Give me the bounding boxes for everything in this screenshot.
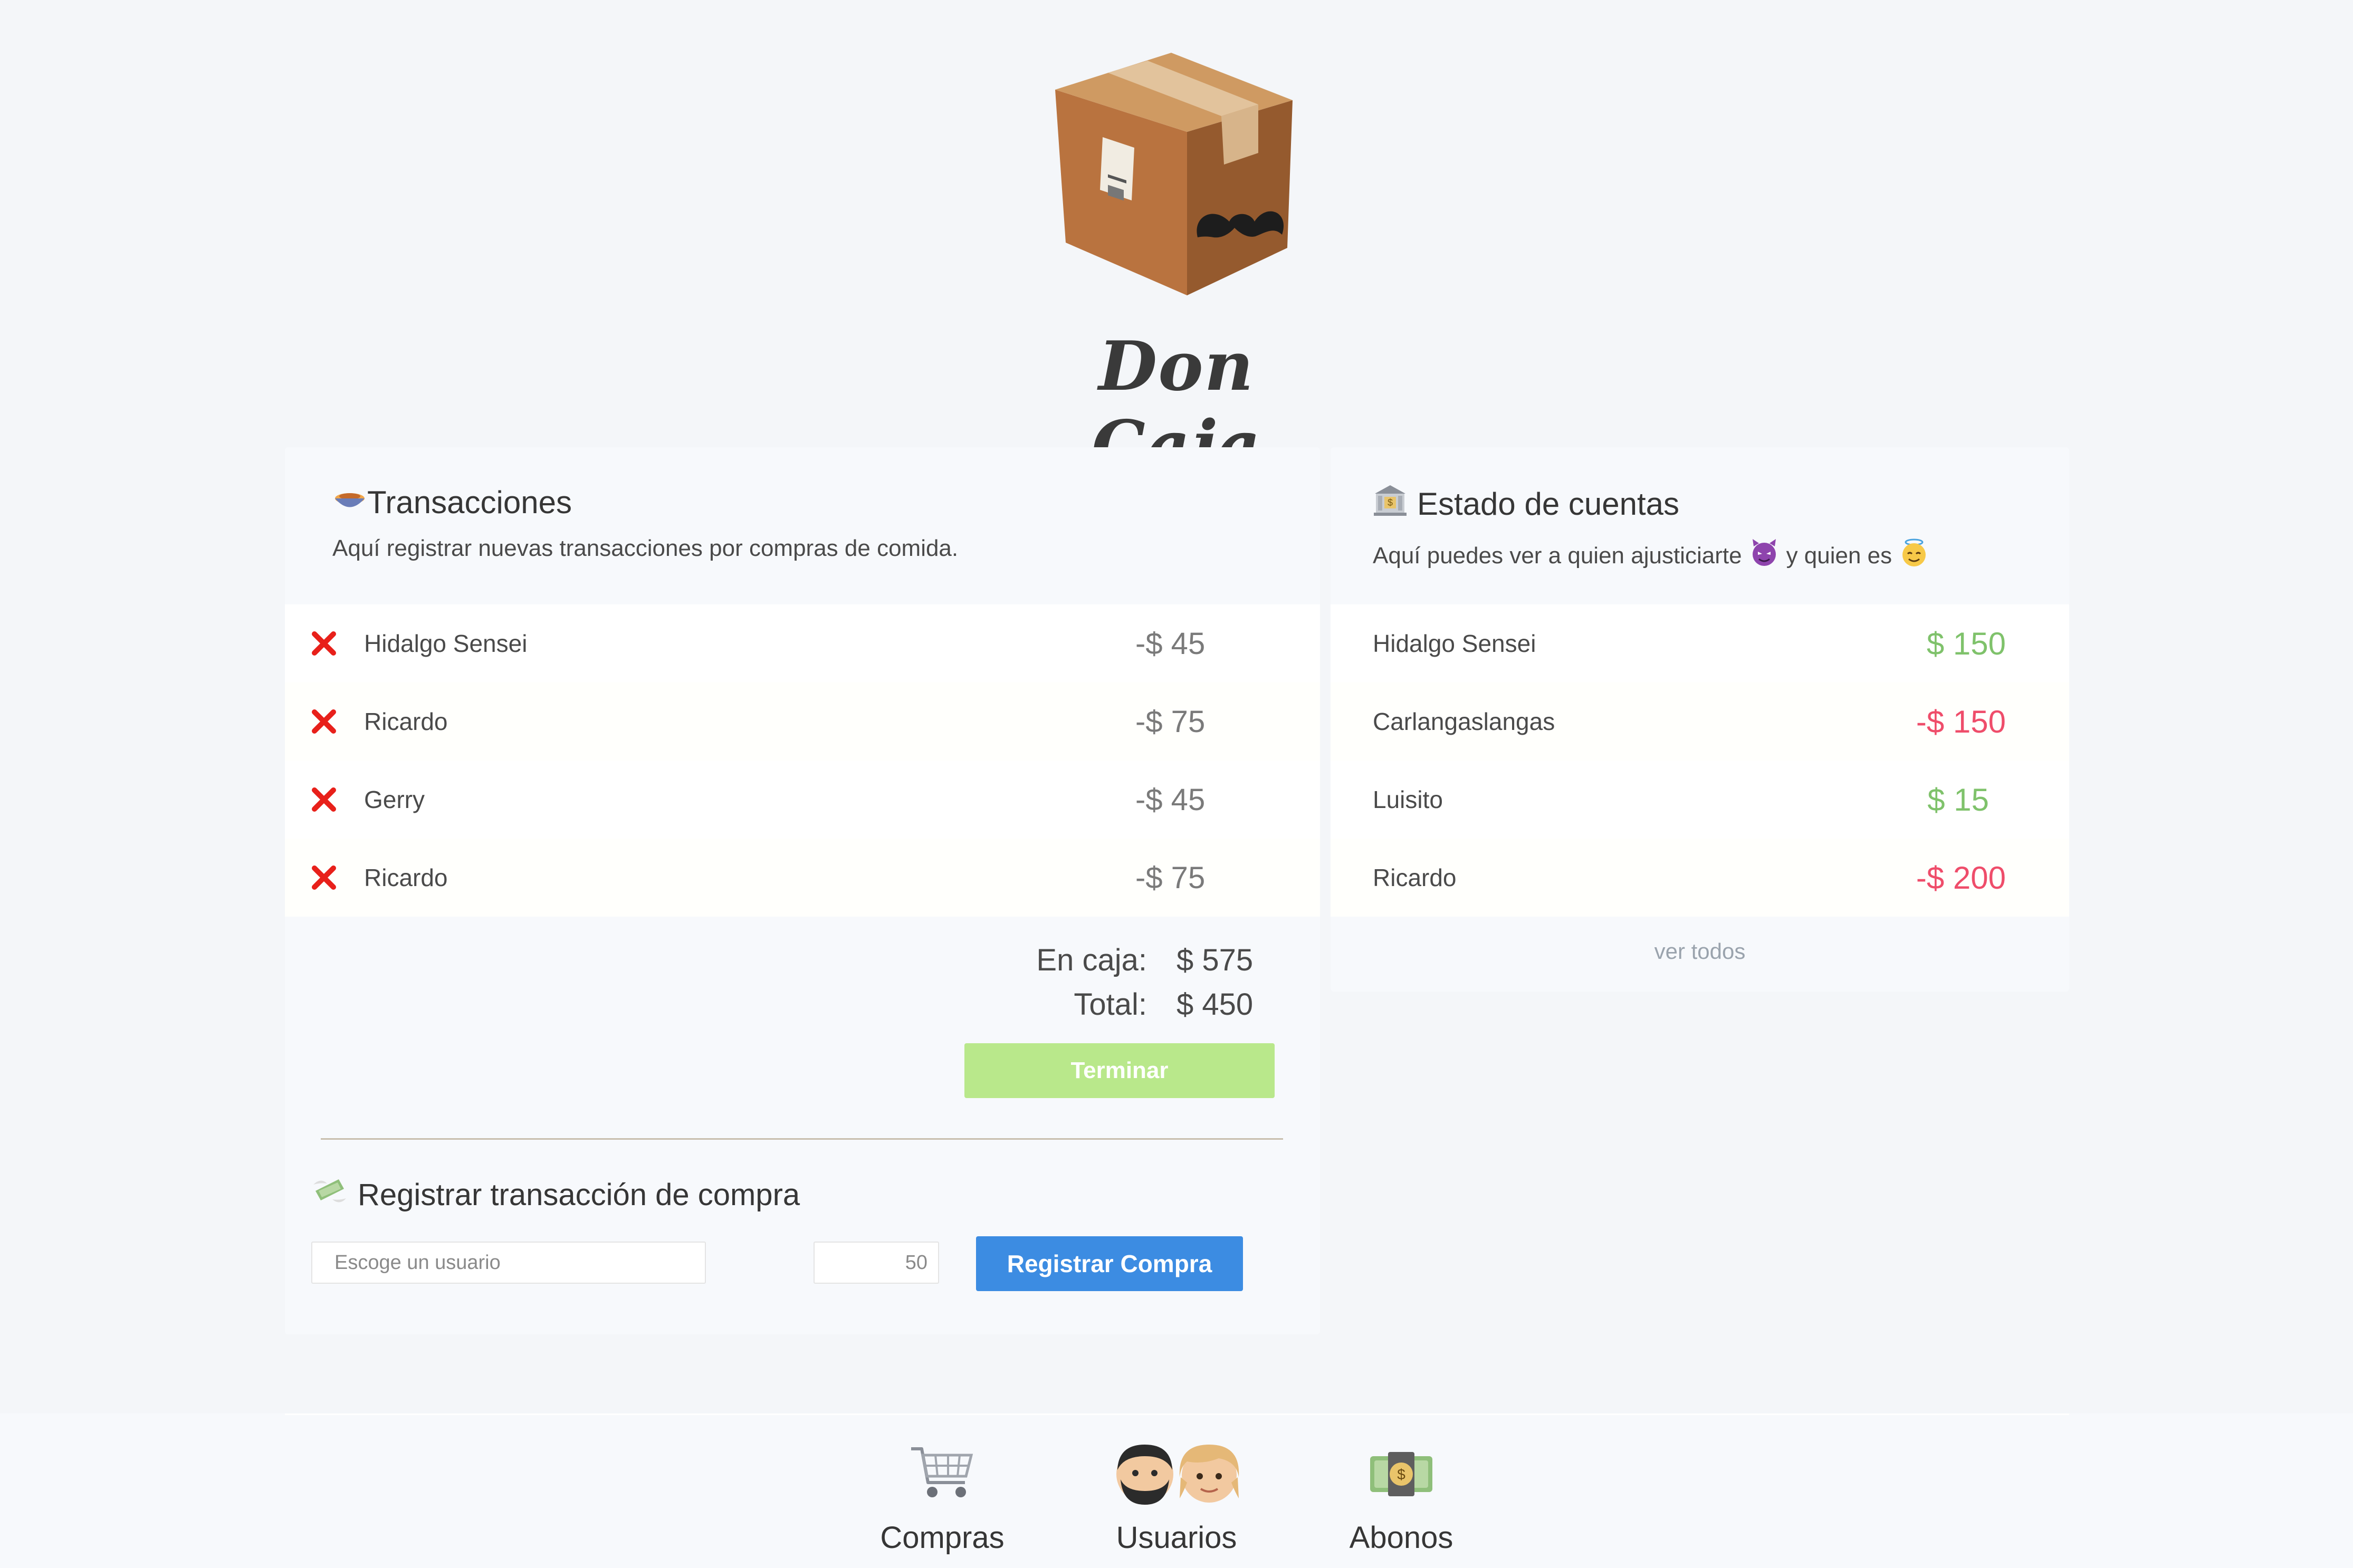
angel-face-icon [1899,538,1929,573]
transaction-user: Ricardo [364,864,448,891]
register-title-text: Registrar transacción de compra [358,1177,800,1212]
bottom-nav: Compras Usuarios $ Abonos [0,1413,2353,1568]
account-balance: $ 150 [1926,626,2006,661]
account-balance: $ 15 [1927,782,1989,817]
transaction-user: Hidalgo Sensei [364,630,528,657]
account-user: Luisito [1373,786,1443,813]
accounts-list: Hidalgo Sensei $ 150 Carlangaslangas -$ … [1331,604,2069,917]
transaction-row: Hidalgo Sensei -$ 45 [285,604,1320,682]
view-all-link[interactable]: ver todos [1331,939,2069,964]
transaction-row: Gerry -$ 45 [285,761,1320,839]
money-wings-icon [311,1175,348,1214]
account-row: Carlangaslangas -$ 150 [1331,682,2069,761]
delete-transaction-icon[interactable] [310,786,338,813]
account-row: Ricardo -$ 200 [1331,839,2069,917]
devil-face-icon [1749,538,1779,573]
nav-divider [285,1413,2069,1415]
transactions-header: Transacciones Aquí registrar nuevas tran… [332,484,958,562]
shopping-cart-icon [853,1439,1032,1507]
svg-text:$: $ [1388,497,1393,508]
section-divider [321,1138,1283,1140]
nav-item-abonos[interactable]: $ Abonos [1312,1439,1491,1555]
delete-transaction-icon[interactable] [310,864,338,891]
app-logo: Don Caja [1034,42,1319,485]
transaction-amount: -$ 45 [1135,626,1206,661]
users-icon [1087,1439,1266,1507]
accounts-title: $ Estado de cuentas [1373,484,1929,523]
transactions-title: Transacciones [332,484,958,521]
transactions-card: Transacciones Aquí registrar nuevas tran… [285,447,1320,1334]
accounts-title-text: Estado de cuentas [1417,486,1680,522]
account-user: Carlangaslangas [1373,708,1555,735]
account-row: Luisito $ 15 [1331,761,2069,839]
account-row: Hidalgo Sensei $ 150 [1331,604,2069,682]
finish-button[interactable]: Terminar [964,1043,1275,1098]
delete-transaction-icon[interactable] [310,630,338,657]
transaction-amount: -$ 45 [1135,782,1206,817]
account-user: Hidalgo Sensei [1373,630,1536,657]
amount-input[interactable] [814,1242,939,1284]
transactions-list: Hidalgo Sensei -$ 45 Ricardo -$ 75 Gerry… [285,604,1320,917]
nav-label-usuarios: Usuarios [1116,1521,1237,1555]
account-balance: -$ 150 [1916,704,2006,739]
total-value: $ 450 [1176,987,1254,1022]
transactions-title-text: Transacciones [367,485,572,520]
accounts-subtitle: Aquí puedes ver a quien ajusticiarte y q… [1373,538,1929,573]
en-caja-value: $ 575 [1176,942,1254,977]
nav-label-compras: Compras [880,1521,1005,1555]
bank-icon: $ [1373,484,1408,523]
totals-summary: En caja: $ 575 Total: $ 450 [971,938,1256,1026]
nav-label-abonos: Abonos [1349,1521,1453,1555]
accounts-subtitle-part1: Aquí puedes ver a quien ajusticiarte [1373,542,1742,569]
accounts-card: $ Estado de cuentas Aquí puedes ver a qu… [1331,447,2069,992]
register-title: Registrar transacción de compra [311,1175,800,1214]
transaction-user: Ricardo [364,708,448,735]
money-bag-icon: $ [1312,1439,1491,1507]
delete-transaction-icon[interactable] [310,708,338,735]
nav-item-usuarios[interactable]: Usuarios [1087,1439,1266,1555]
transactions-subtitle: Aquí registrar nuevas transacciones por … [332,535,959,561]
transaction-row: Ricardo -$ 75 [285,839,1320,917]
transaction-user: Gerry [364,786,425,813]
user-select-input[interactable] [311,1242,706,1284]
total-label: Total: [1074,987,1147,1022]
svg-text:$: $ [1397,1466,1405,1483]
package-mustache-icon [1055,53,1293,295]
nav-item-compras[interactable]: Compras [853,1439,1032,1555]
account-balance: -$ 200 [1916,860,2006,896]
transaction-amount: -$ 75 [1135,704,1206,739]
account-user: Ricardo [1373,864,1457,891]
register-purchase-button[interactable]: Registrar Compra [976,1236,1243,1291]
accounts-subtitle-part2: y quien es [1786,542,1892,569]
transaction-row: Ricardo -$ 75 [285,682,1320,761]
food-bowl-icon [332,484,367,521]
accounts-header: $ Estado de cuentas Aquí puedes ver a qu… [1373,484,1929,573]
transaction-amount: -$ 75 [1135,860,1206,895]
en-caja-label: En caja: [1036,942,1147,977]
